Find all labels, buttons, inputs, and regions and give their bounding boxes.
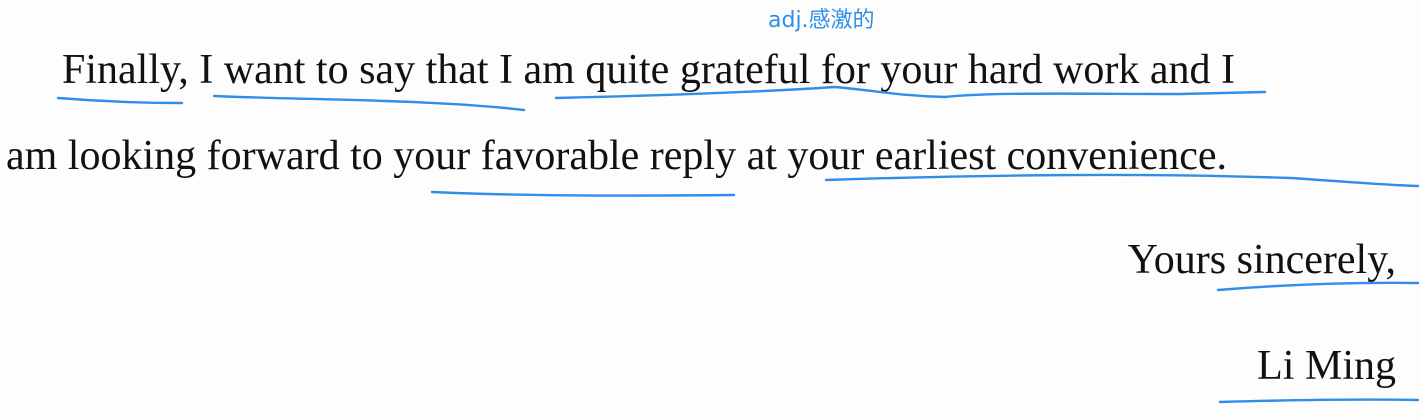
underline-signature bbox=[1218, 398, 1420, 404]
letter-page: adj.感激的 Finally, I want to say that I am… bbox=[0, 0, 1420, 420]
underline-your-favorable bbox=[430, 190, 736, 197]
closing-phrase: Yours sincerely, bbox=[1127, 237, 1396, 283]
letter-line-1: Finally, I want to say that I am quite g… bbox=[62, 47, 1235, 93]
underline-i-want-to-say bbox=[212, 94, 526, 112]
signature-name: Li Ming bbox=[1257, 343, 1396, 389]
underline-finally bbox=[56, 96, 184, 105]
letter-line-2: am looking forward to your favorable rep… bbox=[6, 133, 1228, 179]
handwritten-annotation: adj.感激的 bbox=[768, 8, 875, 33]
